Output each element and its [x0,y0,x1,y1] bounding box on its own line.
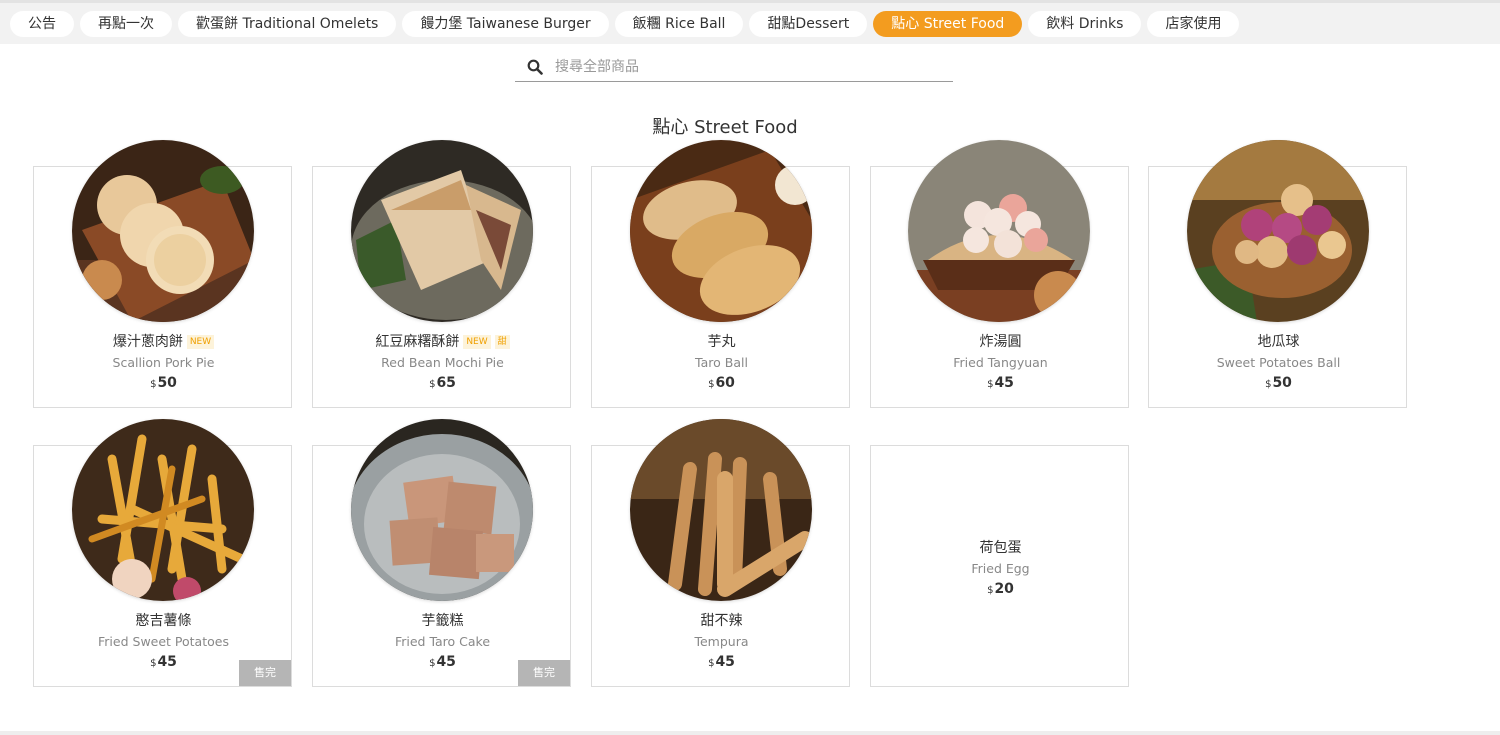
product-english-name: Scallion Pork Pie [112,355,215,370]
product-english-name: Fried Egg [971,561,1030,576]
product-price: $20 [871,581,1130,597]
product-name: 甜不辣 [700,613,743,629]
tab-omelets[interactable]: 歡蛋餅 Traditional Omelets [178,11,397,37]
currency-symbol: $ [987,585,994,596]
product-price: $50 [1149,375,1408,391]
price-value: 50 [1272,375,1292,391]
fried-sweet-potatoes-image[interactable] [72,419,254,601]
product-price: $60 [592,375,851,391]
taro-ball-image[interactable] [630,140,812,322]
sold-out-badge: 售完 [239,660,291,686]
tab-announcement[interactable]: 公告 [10,11,74,37]
product-english-name: Tempura [694,634,749,649]
product-price: $45 [592,654,851,670]
product-name: 紅豆麻糬酥餅 [375,334,460,350]
tab-reorder[interactable]: 再點一次 [80,11,172,37]
currency-symbol: $ [150,658,157,669]
sweet-potatoes-ball-image[interactable] [1187,140,1369,322]
product-price: $45 [871,375,1130,391]
tempura-image[interactable] [630,419,812,601]
search-bar [515,55,953,82]
currency-symbol: $ [429,379,436,390]
currency-symbol: $ [987,379,994,390]
product-english-name: Fried Tangyuan [953,355,1048,370]
red-bean-mochi-pie-image[interactable] [351,140,533,322]
product-name-row: 紅豆麻糬酥餅 NEW 甜 [313,331,572,351]
tab-dessert[interactable]: 甜點Dessert [749,11,868,37]
currency-symbol: $ [150,379,157,390]
product-name: 炸湯圓 [979,334,1022,350]
category-bar: 公告 再點一次 歡蛋餅 Traditional Omelets 饅力堡 Taiw… [0,0,1500,44]
bottom-divider [0,731,1500,735]
product-english-name: Red Bean Mochi Pie [381,355,504,370]
currency-symbol: $ [1265,379,1272,390]
price-value: 45 [715,654,735,670]
tab-burger[interactable]: 饅力堡 Taiwanese Burger [402,11,609,37]
product-price: $50 [34,375,293,391]
tab-street-food[interactable]: 點心 Street Food [873,11,1023,37]
currency-symbol: $ [708,658,715,669]
product-name: 芋丸 [707,334,736,350]
new-badge: NEW [186,335,215,349]
search-input[interactable] [555,57,935,77]
tab-rice-ball[interactable]: 飯糰 Rice Ball [614,11,744,37]
new-badge: NEW [463,335,491,349]
currency-symbol: $ [429,658,436,669]
category-tabs: 公告 再點一次 歡蛋餅 Traditional Omelets 饅力堡 Taiw… [10,11,1240,37]
tab-store-use[interactable]: 店家使用 [1147,11,1240,37]
currency-symbol: $ [708,379,715,390]
price-value: 45 [436,654,456,670]
product-english-name: Taro Ball [695,355,748,370]
product-name: 地瓜球 [1257,334,1300,350]
product-name-row: 爆汁蔥肉餅 NEW [34,331,293,351]
product-price: $65 [313,375,572,391]
price-value: 65 [436,375,456,391]
price-value: 60 [715,375,735,391]
price-value: 20 [994,581,1014,597]
tab-drinks[interactable]: 飲料 Drinks [1028,11,1142,37]
product-name: 芋籤糕 [421,613,464,629]
price-value: 50 [157,375,177,391]
price-value: 45 [157,654,177,670]
product-name: 憨吉薯條 [135,613,192,629]
product-name: 荷包蛋 [979,540,1022,556]
search-icon[interactable] [527,59,543,75]
section-title: 點心 Street Food [652,117,798,138]
fried-tangyuan-image[interactable] [908,140,1090,322]
product-english-name: Fried Taro Cake [394,634,491,649]
scallion-pork-pie-image[interactable] [72,140,254,322]
product-english-name: Sweet Potatoes Ball [1216,355,1341,370]
sold-out-badge: 售完 [518,660,570,686]
sweet-badge: 甜 [494,335,510,349]
fried-taro-cake-image[interactable] [351,419,533,601]
price-value: 45 [994,375,1014,391]
product-card[interactable]: 荷包蛋 Fried Egg $20 [870,445,1129,687]
product-name: 爆汁蔥肉餅 [112,334,183,350]
product-english-name: Fried Sweet Potatoes [98,634,229,649]
